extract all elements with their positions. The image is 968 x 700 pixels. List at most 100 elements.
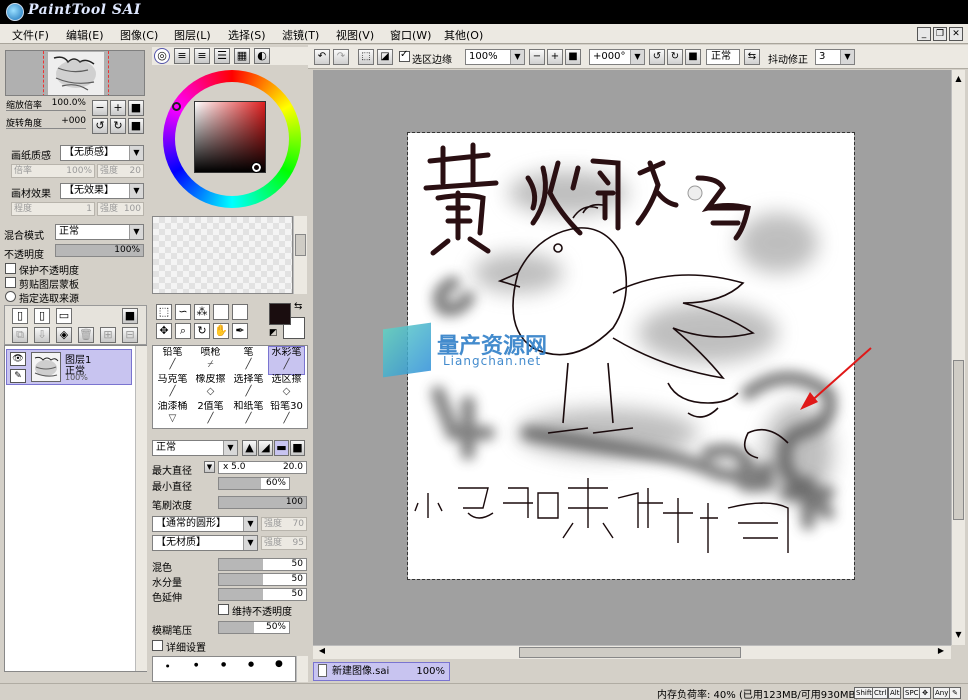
- brush-size-presets[interactable]: ● ● ● ● ●: [152, 656, 296, 682]
- clear-layer-icon[interactable]: ◈: [56, 327, 72, 343]
- blend-slider[interactable]: 50: [218, 558, 307, 571]
- density-slider[interactable]: 100: [218, 496, 307, 509]
- tool-watercolor[interactable]: 水彩笔 ╱: [268, 346, 305, 375]
- merge-visible-icon[interactable]: ⊞: [100, 327, 116, 343]
- color-wheel-tab-icon[interactable]: ◎: [154, 48, 170, 64]
- new-folder-icon[interactable]: ▭: [56, 308, 72, 324]
- document-tab[interactable]: 新建图像.sai 100%: [313, 662, 450, 681]
- opacity-slider[interactable]: 100%: [55, 244, 144, 257]
- color-swatch-area[interactable]: [152, 216, 293, 294]
- navigator-thumbnail[interactable]: [5, 50, 145, 96]
- sv-marker-icon[interactable]: [251, 162, 262, 173]
- rect-select-icon[interactable]: ⬚: [156, 304, 172, 320]
- new-vector-layer-icon[interactable]: ▯: [34, 308, 50, 324]
- layer-list[interactable]: 👁 ✎ 图层1 正常 100%: [4, 345, 147, 672]
- swatch-scroll-thumb[interactable]: [295, 234, 306, 256]
- detail-settings-checkbox[interactable]: [152, 640, 163, 651]
- rotate-left-icon[interactable]: ↺: [92, 118, 108, 134]
- delete-layer-icon[interactable]: 🗑: [78, 327, 94, 343]
- eyedropper-icon[interactable]: ✒: [232, 323, 248, 339]
- toolbar-rotate-reset-icon[interactable]: ■: [685, 49, 701, 65]
- hue-marker-icon[interactable]: [172, 102, 181, 111]
- swatch-tab-icon[interactable]: ▦: [234, 48, 250, 64]
- paper-texture-select[interactable]: 【无质感】 ▼: [60, 145, 144, 161]
- tool-washi-pen[interactable]: 和纸笔 ╱: [231, 401, 266, 428]
- menu-image[interactable]: 图像(C): [120, 27, 158, 43]
- scroll-down-icon[interactable]: ▼: [953, 630, 964, 642]
- size-dropdown-icon[interactable]: ▼: [204, 461, 215, 473]
- scroll-left-icon[interactable]: ◀: [316, 646, 328, 658]
- shape-strength-field[interactable]: 强度 70: [261, 517, 307, 531]
- tool-binary-pen[interactable]: 2值笔 ╱: [193, 401, 228, 428]
- selection-source-radio[interactable]: [5, 291, 16, 302]
- toolbar-zoom-reset-icon[interactable]: ■: [565, 49, 581, 65]
- layer-mask-icon[interactable]: ■: [122, 308, 138, 324]
- menu-other[interactable]: 其他(O): [444, 27, 483, 43]
- tool-eraser[interactable]: 橡皮擦 ◇: [193, 374, 228, 401]
- redo-icon[interactable]: ↷: [333, 49, 349, 65]
- brush-shape-square-icon[interactable]: ■: [290, 440, 305, 456]
- rotate-slider-track[interactable]: [6, 128, 86, 129]
- swap-colors-icon[interactable]: ⇆: [294, 301, 302, 312]
- tool-select-eraser[interactable]: 选区擦 ◇: [269, 374, 304, 401]
- zoom-select[interactable]: 100% ▼: [465, 49, 525, 65]
- clip-mask-checkbox[interactable]: [5, 277, 16, 288]
- tool-brush[interactable]: 笔 ╱: [231, 347, 266, 374]
- move-icon[interactable]: ✥: [156, 323, 172, 339]
- brush-shape-soft-icon[interactable]: ◢: [258, 440, 273, 456]
- toolbar-zoom-in-icon[interactable]: +: [547, 49, 563, 65]
- brush-size-scrollbar[interactable]: [296, 656, 308, 682]
- stabilizer-select[interactable]: 3 ▼: [815, 49, 855, 65]
- brush-shape-flat-icon[interactable]: ▬: [274, 440, 289, 456]
- canvas-vertical-scrollbar[interactable]: ▲ ▼: [951, 70, 965, 645]
- blend-mode-select[interactable]: 正常 ▼: [55, 224, 144, 240]
- angle-select[interactable]: +000° ▼: [589, 49, 645, 65]
- toolbar-rotate-right-icon[interactable]: ↻: [667, 49, 683, 65]
- size-dot-icon[interactable]: ●: [194, 662, 198, 668]
- zoom-value[interactable]: 100.0%: [48, 98, 86, 108]
- flatten-icon[interactable]: ⊟: [122, 327, 138, 343]
- min-size-slider[interactable]: 60%: [218, 477, 290, 490]
- view-mode-button[interactable]: 正常: [706, 49, 740, 65]
- tool-pencil30[interactable]: 铅笔30 ╱: [269, 401, 304, 428]
- size-dot-icon[interactable]: ●: [275, 659, 283, 669]
- blur-pressure-slider[interactable]: 50%: [218, 621, 290, 634]
- transparent-color-icon[interactable]: ◩: [269, 328, 278, 338]
- menu-edit[interactable]: 编辑(E): [66, 27, 104, 43]
- paper-degree-field[interactable]: 程度 1: [11, 202, 95, 216]
- rotate-right-icon[interactable]: ↻: [110, 118, 126, 134]
- zoom-in-icon[interactable]: +: [110, 100, 126, 116]
- paper-strength-field[interactable]: 强度 20: [97, 164, 144, 178]
- toolbar-zoom-out-icon[interactable]: −: [529, 49, 545, 65]
- selection-edge-checkbox[interactable]: ✓: [399, 49, 410, 62]
- size-dot-icon[interactable]: ●: [248, 660, 254, 668]
- max-size-slider[interactable]: x 5.0 20.0: [218, 461, 307, 474]
- keep-opacity-checkbox[interactable]: [218, 604, 229, 615]
- swatch-scrollbar[interactable]: [293, 216, 307, 294]
- paper-effect-select[interactable]: 【无效果】 ▼: [60, 183, 144, 199]
- magic-wand-icon[interactable]: ⁂: [194, 304, 210, 320]
- minimize-icon[interactable]: _: [917, 27, 931, 41]
- scratch-tab-icon[interactable]: ◐: [254, 48, 270, 64]
- tool-select-pen[interactable]: 选择笔 ╱: [231, 374, 266, 401]
- brush-texture-select[interactable]: 【无材质】 ▼: [152, 535, 258, 551]
- extend-slider[interactable]: 50: [218, 588, 307, 601]
- size-dot-icon[interactable]: ●: [221, 661, 226, 668]
- lasso-icon[interactable]: ∽: [175, 304, 191, 320]
- brush-mode-select[interactable]: 正常 ▼: [152, 440, 238, 456]
- layer-row[interactable]: 👁 ✎ 图层1 正常 100%: [6, 349, 132, 385]
- menu-window[interactable]: 窗口(W): [390, 27, 431, 43]
- menu-select[interactable]: 选择(S): [228, 27, 266, 43]
- canvas-horizontal-scrollbar[interactable]: ◀ ▶: [313, 645, 951, 659]
- tool-airbrush[interactable]: 喷枪 ⌿: [193, 347, 228, 374]
- copy-layer-icon[interactable]: ⧉: [12, 327, 28, 343]
- mixer-tab-icon[interactable]: ☰: [214, 48, 230, 64]
- rgb-slider-tab-icon[interactable]: ≡: [174, 48, 190, 64]
- brush-shape-sharp-icon[interactable]: ▲: [242, 440, 257, 456]
- tool-bucket[interactable]: 油漆桶 ▽: [155, 401, 190, 428]
- menu-file[interactable]: 文件(F): [12, 27, 49, 43]
- eye-icon[interactable]: 👁: [10, 352, 26, 366]
- canvas-hscroll-thumb[interactable]: [519, 647, 741, 658]
- canvas-vscroll-thumb[interactable]: [953, 360, 964, 520]
- restore-icon[interactable]: ❐: [933, 27, 947, 41]
